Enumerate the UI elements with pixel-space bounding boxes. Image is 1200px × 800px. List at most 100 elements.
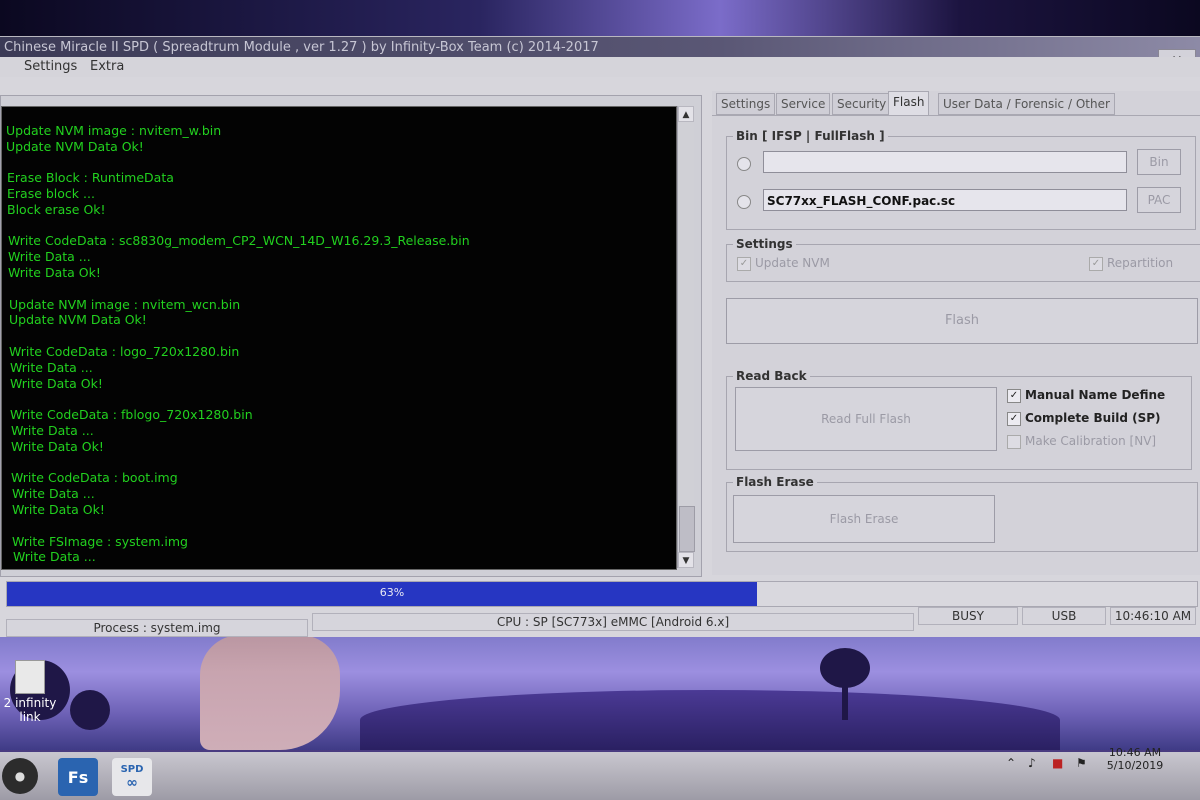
bin-path-field[interactable]: [763, 151, 1127, 173]
make-calibration-label: Make Calibration [NV]: [1025, 434, 1157, 448]
manual-name-define-label: Manual Name Define: [1025, 388, 1166, 402]
window-titlebar[interactable]: Chinese Miracle II SPD ( Spreadtrum Modu…: [0, 37, 1200, 57]
wallpaper-figure: [200, 635, 340, 750]
log-line: Write FSImage : system.img: [12, 533, 188, 549]
log-line: Update NVM image : nvitem_w.bin: [6, 122, 222, 138]
log-line: Write Data ...: [10, 359, 93, 375]
status-process: Process : system.img: [6, 619, 308, 637]
log-line: Erase Block : RuntimeData: [7, 170, 174, 186]
film-reel-icon[interactable]: ●: [2, 758, 38, 794]
log-line: Write Data ...: [8, 249, 91, 265]
make-calibration-checkbox[interactable]: [1007, 435, 1021, 449]
log-line: Write CodeData : sc8830g_modem_CP2_WCN_1…: [8, 233, 470, 249]
bin-group-title: Bin [ IFSP | FullFlash ]: [733, 129, 888, 143]
chevron-up-icon[interactable]: ⌃: [1006, 756, 1020, 770]
up-arrow-icon[interactable]: ▲: [678, 106, 694, 122]
flash-tab-page: Bin [ IFSP | FullFlash ] Bin SC77xx_FLAS…: [712, 115, 1200, 572]
taskbar: ● Fs SPD ∞ ⌃ ♪ ■ ⚑ 10:46 AM 5/10/2019: [0, 746, 1200, 800]
complete-build-label: Complete Build (SP): [1025, 411, 1161, 425]
clock-time: 10:46 AM: [1108, 746, 1162, 759]
window-title: Chinese Miracle II SPD ( Spreadtrum Modu…: [4, 40, 599, 55]
shortcut-file-icon: [15, 660, 45, 694]
tab-security[interactable]: Security: [832, 93, 892, 115]
flash-settings-title: Settings: [733, 237, 796, 251]
tab-service[interactable]: Service: [776, 93, 831, 115]
speaker-icon[interactable]: ♪: [1028, 756, 1042, 770]
control-panel: Settings Service Security Flash User Dat…: [712, 91, 1200, 575]
update-nvm-checkbox[interactable]: ✓: [737, 257, 751, 271]
progress-bar: 63%: [6, 581, 1198, 607]
log-line: Write CodeData : fblogo_720x1280.bin: [10, 407, 253, 423]
menu-bar: Settings Extra: [0, 57, 1200, 77]
app-window: Chinese Miracle II SPD ( Spreadtrum Modu…: [0, 36, 1200, 637]
read-back-title: Read Back: [733, 369, 810, 383]
clock-date: 5/10/2019: [1106, 759, 1164, 772]
log-line: Write CodeData : boot.img: [11, 470, 178, 486]
log-line: Write Data ...: [12, 486, 95, 502]
menu-settings[interactable]: Settings: [24, 59, 77, 74]
bin-button[interactable]: Bin: [1137, 149, 1181, 175]
read-full-flash-button[interactable]: Read Full Flash: [735, 387, 997, 451]
log-line: Update NVM Data Ok!: [6, 138, 144, 154]
flash-button[interactable]: Flash: [726, 298, 1198, 344]
flash-erase-title: Flash Erase: [733, 475, 817, 489]
infinity-icon: ∞: [126, 774, 138, 791]
log-line: Write CodeData : logo_720x1280.bin: [9, 343, 240, 359]
pac-button[interactable]: PAC: [1137, 187, 1181, 213]
read-back-group: Read Back Read Full Flash ✓ Manual Name …: [726, 369, 1192, 470]
log-line: Write Data Ok!: [11, 438, 104, 454]
log-panel: Update NVM image : nvitem_w.bin Update NV…: [0, 95, 702, 577]
log-output: Update NVM image : nvitem_w.bin Update NV…: [1, 106, 677, 570]
log-line: Write Data Ok!: [12, 501, 105, 517]
progress-label: 63%: [379, 586, 405, 599]
flash-erase-group: Flash Erase Flash Erase: [726, 475, 1198, 552]
flag-icon[interactable]: ⚑: [1076, 756, 1090, 770]
log-line: Write Data ...: [13, 549, 96, 565]
wallpaper-tree-trunk: [842, 680, 848, 720]
taskbar-clock[interactable]: 10:46 AM 5/10/2019: [1100, 746, 1170, 772]
tab-settings[interactable]: Settings: [716, 93, 776, 115]
log-line: Update NVM Data Ok!: [9, 312, 147, 328]
status-cpu: CPU : SP [SC773x] eMMC [Android 6.x]: [312, 613, 914, 631]
taskbar-spd-label: SPD: [120, 763, 144, 775]
wallpaper-tree: [70, 690, 110, 730]
log-scrollbar[interactable]: ▲ ▼: [677, 106, 695, 568]
desktop-shortcut-infinity[interactable]: 2 infinity link: [0, 660, 60, 724]
taskbar-spd-button[interactable]: SPD ∞: [112, 758, 152, 796]
desktop-shortcut-label: 2 infinity: [3, 696, 57, 710]
wallpaper-top: [0, 0, 1200, 40]
manual-name-define-checkbox[interactable]: ✓: [1007, 389, 1021, 403]
bin-group: Bin [ IFSP | FullFlash ] Bin SC77xx_FLAS…: [726, 129, 1196, 230]
repartition-checkbox[interactable]: ✓: [1089, 257, 1103, 271]
pac-path-field[interactable]: SC77xx_FLASH_CONF.pac.sc: [763, 189, 1127, 211]
status-busy: BUSY: [918, 607, 1018, 625]
tab-user-data-forensic-other[interactable]: User Data / Forensic / Other: [938, 93, 1115, 115]
log-line: Update NVM image : nvitem_wcn.bin: [9, 296, 241, 312]
network-alert-icon[interactable]: ■: [1052, 756, 1066, 770]
log-line: Write Data ...: [11, 422, 94, 438]
update-nvm-label: Update NVM: [755, 256, 830, 270]
tab-flash[interactable]: Flash: [888, 91, 930, 116]
down-arrow-icon[interactable]: ▼: [678, 552, 694, 568]
flash-erase-button[interactable]: Flash Erase: [733, 495, 995, 543]
wallpaper-hill: [360, 690, 1060, 750]
taskbar-fs-button[interactable]: Fs: [58, 758, 98, 796]
pac-radio[interactable]: [737, 195, 751, 209]
status-bar: Process : system.img CPU : SP [SC773x] e…: [0, 607, 1200, 637]
log-line: Write Data Ok!: [10, 375, 103, 391]
repartition-label: Repartition: [1107, 256, 1174, 270]
menu-extra[interactable]: Extra: [90, 59, 124, 74]
status-usb: USB: [1022, 607, 1106, 625]
complete-build-checkbox[interactable]: ✓: [1007, 412, 1021, 426]
scrollbar-thumb[interactable]: [679, 506, 695, 552]
log-line: Block erase Ok!: [7, 201, 106, 217]
bin-radio[interactable]: [737, 157, 751, 171]
